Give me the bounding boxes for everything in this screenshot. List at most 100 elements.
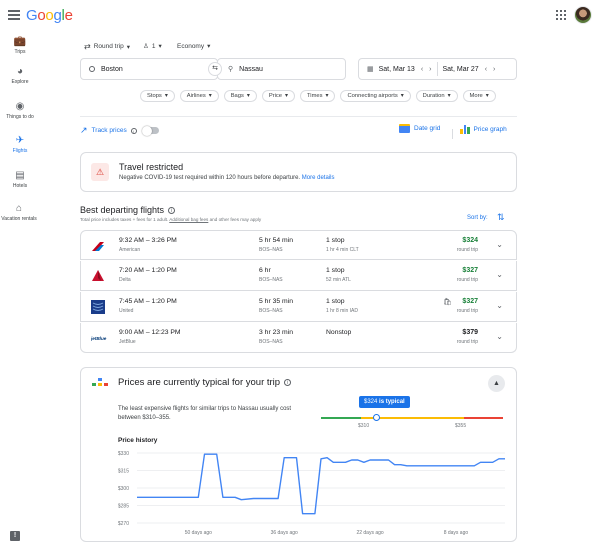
account-avatar[interactable] bbox=[574, 6, 592, 24]
sort-icon[interactable]: ⇅ bbox=[497, 212, 505, 223]
sidebar-item-flights[interactable]: ✈ Flights bbox=[0, 135, 40, 154]
x-tick-label: 50 days ago bbox=[185, 530, 212, 536]
flight-row[interactable]: jetBlue 9:00 AM – 12:23 PM JetBlue 3 hr 23 … bbox=[80, 323, 517, 353]
airline-name: United bbox=[119, 308, 134, 314]
sidebar-item-hotels[interactable]: ▤ Hotels bbox=[0, 170, 40, 189]
next-date-icon[interactable]: › bbox=[493, 66, 495, 73]
date-range-field[interactable]: ▦ Sat, Mar 13 ‹ › Sat, Mar 27 ‹ › bbox=[358, 58, 517, 80]
divider bbox=[80, 116, 517, 117]
info-icon[interactable]: i bbox=[284, 379, 292, 386]
trip-type-value: Round trip bbox=[93, 43, 124, 50]
typical-price-badge: $324 is typical bbox=[359, 396, 410, 408]
prev-date-icon[interactable]: ‹ bbox=[421, 66, 423, 73]
no-carry-on-icon: 🛍 bbox=[443, 299, 452, 306]
price-graph-icon bbox=[460, 124, 470, 134]
flight-route: BOS–NAS bbox=[259, 247, 283, 253]
chevron-up-icon: ▲ bbox=[493, 380, 500, 387]
sort-by-button[interactable]: Sort by: bbox=[467, 215, 488, 221]
american-airlines-logo bbox=[91, 239, 105, 253]
sidebar-item-things-to-do[interactable]: ◉ Things to do bbox=[0, 101, 40, 120]
price-graph-button[interactable]: Price graph bbox=[460, 124, 507, 134]
track-prices-label: Track prices bbox=[91, 127, 127, 134]
sidebar-item-label: Vacation rentals bbox=[1, 216, 37, 222]
chip-label: Bags bbox=[230, 93, 244, 99]
info-icon[interactable]: i bbox=[168, 206, 176, 214]
trip-type-select[interactable]: ⇄ Round trip ▾ bbox=[84, 42, 130, 51]
flight-layover: 52 min ATL bbox=[326, 277, 351, 283]
chevron-down-icon: ▾ bbox=[164, 93, 168, 99]
price-level-icon bbox=[92, 378, 108, 388]
flight-times: 9:00 AM – 12:23 PM bbox=[119, 329, 181, 336]
sidebar-item-trips[interactable]: 💼 Trips bbox=[0, 36, 40, 55]
chip-label: Duration bbox=[422, 93, 445, 99]
flight-times: 9:32 AM – 3:26 PM bbox=[119, 237, 177, 244]
passengers-select[interactable]: ♙ 1 ▾ bbox=[143, 42, 162, 51]
filter-chip-price[interactable]: Price ▾ bbox=[261, 90, 295, 102]
calendar-icon: ▦ bbox=[367, 66, 374, 73]
flight-stops: 1 stop bbox=[326, 237, 345, 244]
flight-stops: Nonstop bbox=[326, 329, 352, 336]
more-details-link[interactable]: More details bbox=[302, 175, 335, 181]
destination-field[interactable]: ⚲ Nassau bbox=[217, 58, 346, 80]
results-note: Total price includes taxes + fees for 1 … bbox=[80, 217, 261, 222]
swap-icon: ⇆ bbox=[212, 65, 218, 72]
chip-label: Connecting airports bbox=[347, 93, 398, 99]
depart-date[interactable]: Sat, Mar 13 bbox=[379, 66, 415, 73]
flight-row[interactable]: 9:32 AM – 3:26 PM American 5 hr 54 min BOS–… bbox=[80, 230, 517, 260]
cabin-value: Economy bbox=[177, 42, 205, 50]
travel-restriction-card: ⚠ Travel restricted Negative COVID-19 te… bbox=[80, 152, 517, 192]
origin-field[interactable]: Boston bbox=[80, 58, 218, 80]
x-tick-label: 8 days ago bbox=[444, 530, 469, 536]
chevron-down-icon: ▾ bbox=[285, 93, 288, 99]
airline-name: JetBlue bbox=[119, 339, 136, 345]
date-grid-button[interactable]: Date grid bbox=[399, 124, 440, 133]
results-title: Best departing flights bbox=[80, 205, 165, 215]
google-logo[interactable]: Google bbox=[26, 7, 73, 24]
y-tick-label: $285 bbox=[118, 504, 129, 510]
flight-row[interactable]: 7:20 AM – 1:20 PM Delta 6 hr BOS–NAS 1 stop 5… bbox=[80, 261, 517, 291]
track-prices-toggle[interactable] bbox=[141, 125, 159, 136]
flight-row[interactable]: 7:45 AM – 1:20 PM United 5 hr 35 min BOS–NA… bbox=[80, 292, 517, 322]
price-note: round trip bbox=[456, 308, 478, 314]
filter-chip-times[interactable]: Times ▾ bbox=[299, 90, 336, 102]
filter-chip-stops[interactable]: Stops ▾ bbox=[140, 90, 175, 102]
bed-icon: ▤ bbox=[15, 170, 25, 181]
flight-times: 7:45 AM – 1:20 PM bbox=[119, 298, 177, 305]
results-heading: Best departing flights i bbox=[80, 205, 176, 215]
flight-layover: 1 hr 4 min CLT bbox=[326, 247, 359, 253]
expand-chevron-icon[interactable]: ⌄ bbox=[496, 270, 503, 279]
filter-chip-bags[interactable]: Bags ▾ bbox=[223, 90, 257, 102]
expand-chevron-icon[interactable]: ⌄ bbox=[496, 301, 503, 310]
filter-chips: Stops ▾ Airlines ▾ Bags ▾ Price ▾ Times ▾ Con… bbox=[140, 90, 496, 102]
airline-name: Delta bbox=[119, 277, 131, 283]
filter-chip-connecting-airports[interactable]: Connecting airports ▾ bbox=[340, 90, 411, 102]
jetblue-logo: jetBlue bbox=[90, 331, 107, 345]
return-date[interactable]: Sat, Mar 27 bbox=[443, 66, 479, 73]
filter-chip-duration[interactable]: Duration ▾ bbox=[415, 90, 458, 102]
info-icon[interactable]: i bbox=[130, 127, 137, 134]
sidebar-item-vacation-rentals[interactable]: ⌂ Vacation rentals bbox=[0, 203, 38, 222]
filter-chip-more[interactable]: More ▾ bbox=[462, 90, 496, 102]
airplane-icon: ✈ bbox=[15, 135, 25, 146]
chevron-down-icon: ▾ bbox=[325, 93, 329, 99]
y-tick-label: $270 bbox=[118, 521, 129, 527]
next-date-icon[interactable]: › bbox=[429, 66, 431, 73]
expand-chevron-icon[interactable]: ⌄ bbox=[496, 332, 503, 341]
expand-chevron-icon[interactable]: ⌄ bbox=[496, 240, 503, 249]
cabin-class-select[interactable]: Economy ▾ bbox=[177, 42, 210, 51]
sidebar-item-label: Flights bbox=[12, 148, 28, 154]
price-insight-card: Prices are currently typical for your tr… bbox=[80, 367, 517, 542]
sidebar-item-label: Hotels bbox=[12, 183, 28, 189]
flight-duration: 5 hr 54 min bbox=[259, 237, 294, 244]
range-bar-low bbox=[321, 417, 361, 419]
google-apps-icon[interactable] bbox=[556, 10, 566, 20]
feedback-icon[interactable]: ! bbox=[10, 531, 20, 541]
price-history-label: Price history bbox=[118, 437, 158, 444]
main-menu-icon[interactable] bbox=[8, 10, 20, 20]
prev-date-icon[interactable]: ‹ bbox=[485, 66, 487, 73]
swap-origin-destination-button[interactable]: ⇆ bbox=[208, 62, 222, 76]
sidebar-item-explore[interactable]: ◕ Explore bbox=[0, 66, 40, 85]
collapse-button[interactable]: ▲ bbox=[488, 375, 505, 392]
bag-fees-link[interactable]: Additional bag fees bbox=[169, 217, 208, 222]
filter-chip-airlines[interactable]: Airlines ▾ bbox=[179, 90, 219, 102]
